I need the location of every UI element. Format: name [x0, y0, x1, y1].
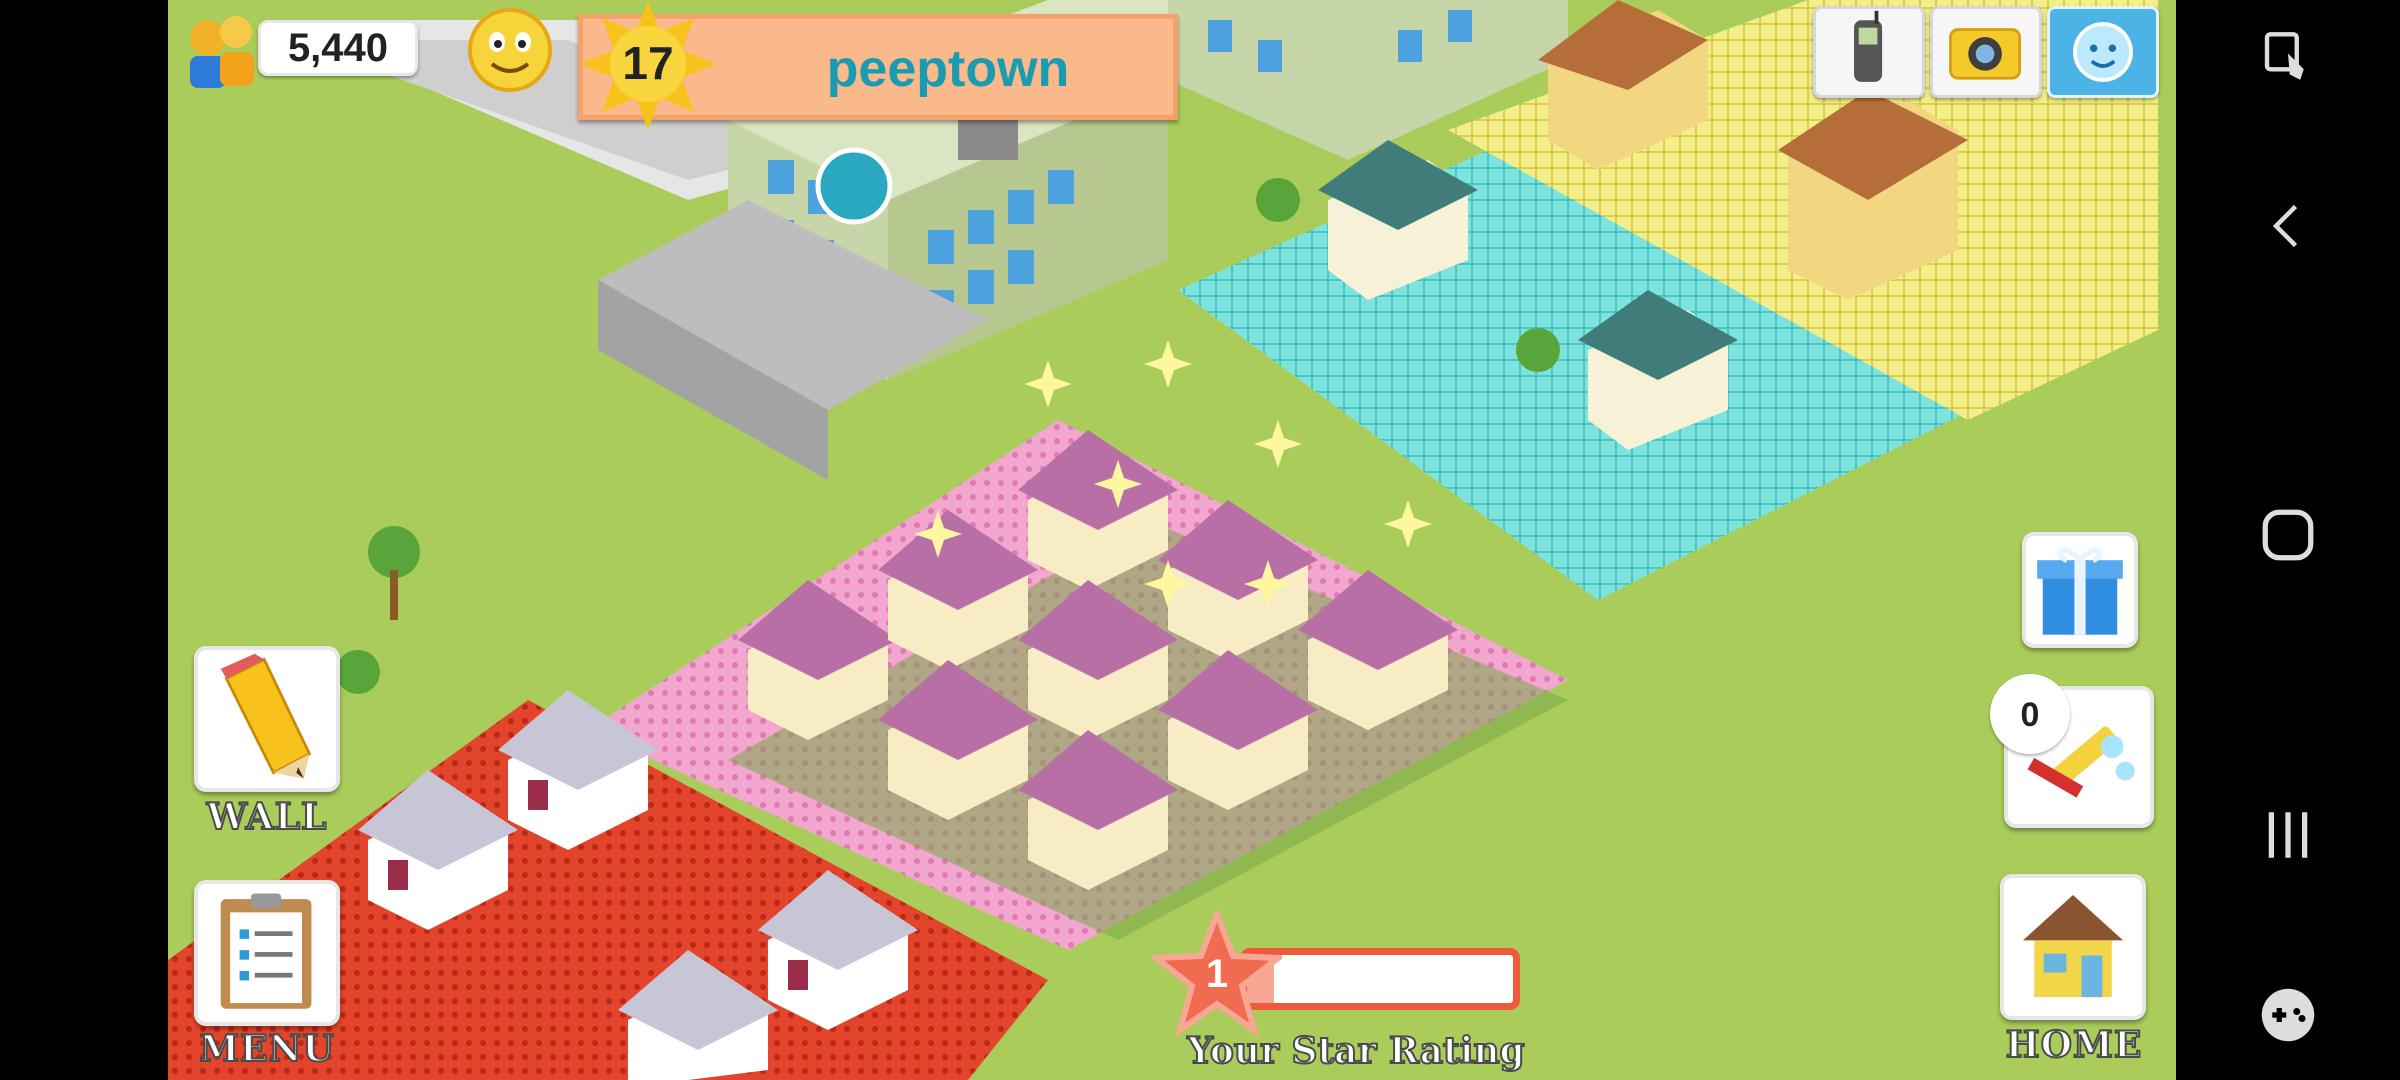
friends-button[interactable]	[2047, 6, 2159, 98]
wall-label: WALL	[206, 795, 328, 839]
circle-home-icon	[2262, 509, 2314, 561]
star-rating-label: Your Star Rating	[1186, 1029, 1525, 1073]
home-label: HOME	[2005, 1023, 2143, 1067]
town-name: peeptown	[826, 40, 1070, 98]
edit-building-icon[interactable]	[815, 147, 893, 225]
gamepad-icon	[2261, 988, 2315, 1042]
star-rating-value: 1	[1205, 952, 1229, 996]
edge-pen-icon	[2264, 32, 2304, 80]
clipboard-icon	[220, 893, 312, 1009]
system-navigation-bar	[2176, 0, 2400, 1080]
population-value: 5,440	[287, 25, 389, 70]
menu-button[interactable]	[194, 880, 340, 1026]
gift-button[interactable]	[2022, 532, 2138, 648]
clean-count: 0	[2020, 696, 2040, 734]
phone-button[interactable]	[1813, 6, 1925, 98]
back-button[interactable]	[2176, 196, 2400, 276]
people-coins-icon	[190, 16, 254, 88]
home-button[interactable]	[2000, 874, 2146, 1020]
mobile-phone-icon	[1854, 10, 1883, 82]
back-chevron-icon	[2272, 204, 2298, 248]
gift-box-icon	[2037, 547, 2123, 635]
wall-button[interactable]	[194, 646, 340, 792]
level-value: 17	[622, 37, 674, 89]
recents-bars-icon	[2268, 812, 2308, 858]
camera-icon	[1949, 28, 2022, 80]
recents-button[interactable]	[2176, 800, 2400, 880]
friend-face-icon	[2073, 22, 2133, 82]
menu-label: MENU	[198, 1027, 335, 1071]
star-rating-progress-bar	[1240, 948, 1520, 1010]
edge-pen-button[interactable]	[2176, 22, 2400, 102]
game-viewport[interactable]: 5,440 peeptown 17 WALL MENU 0 HOME 1 You…	[168, 0, 2176, 1080]
population-counter: 5,440	[258, 20, 418, 76]
house-icon	[2022, 895, 2124, 998]
system-home-button[interactable]	[2176, 500, 2400, 580]
camera-button[interactable]	[1930, 6, 2042, 98]
game-tools-button[interactable]	[2176, 980, 2400, 1060]
smiley-face-icon[interactable]	[466, 6, 554, 94]
pencil-icon	[220, 653, 312, 779]
